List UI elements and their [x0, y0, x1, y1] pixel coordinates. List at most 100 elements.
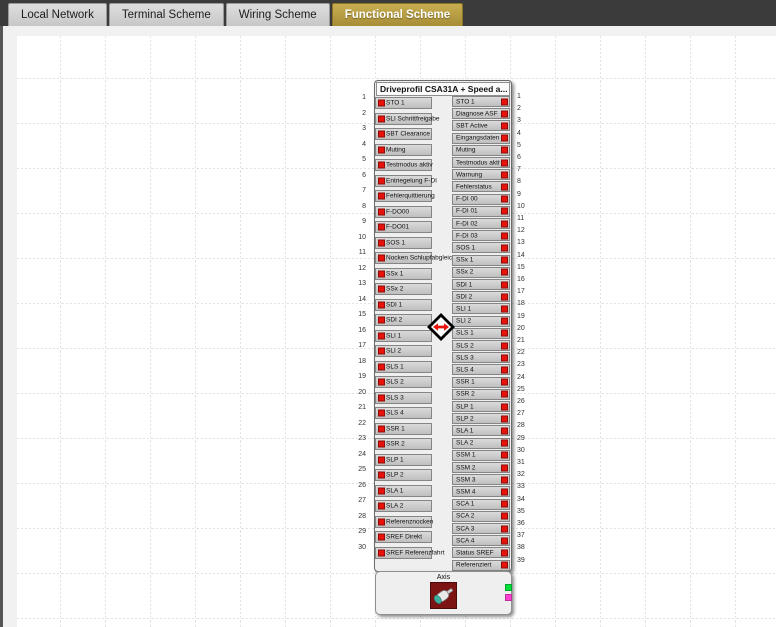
pin-number: 8: [517, 177, 535, 187]
pin-box[interactable]: F-DO01: [375, 221, 432, 233]
pin-box[interactable]: F-DI 03: [452, 230, 510, 241]
pin-box[interactable]: SLA 1: [452, 425, 510, 436]
pin-number: 18: [517, 299, 535, 309]
pin-label: SREF Referenzfahrt: [386, 549, 445, 556]
pin-box[interactable]: F-DI 02: [452, 218, 510, 229]
pin-box[interactable]: SCA 4: [452, 535, 510, 546]
pin-marker: [378, 348, 385, 355]
pin-box[interactable]: Warnung: [452, 169, 510, 180]
pin-box[interactable]: Testmodus aktiv: [452, 157, 510, 168]
pin-box[interactable]: SREF Referenzfahrt: [375, 547, 432, 559]
axis-port-green[interactable]: [505, 584, 512, 591]
pin-box[interactable]: SLA 2: [452, 438, 510, 449]
pin-box[interactable]: SSR 1: [375, 423, 432, 435]
pin-box[interactable]: SDI 1: [452, 279, 510, 290]
pin-box[interactable]: SLS 1: [375, 361, 432, 373]
pin-box[interactable]: SSR 1: [452, 377, 510, 388]
pin-box[interactable]: SLS 3: [375, 392, 432, 404]
pin-label: F-DI 02: [456, 220, 500, 227]
pin-box[interactable]: SSx 2: [452, 267, 510, 278]
pin-box[interactable]: Testmodus aktiv: [375, 159, 432, 171]
pin-box[interactable]: SLI 2: [375, 345, 432, 357]
pin-box[interactable]: SDI 2: [452, 291, 510, 302]
pin-box[interactable]: Fehlerquittierung: [375, 190, 432, 202]
pin-box[interactable]: SSx 2: [375, 283, 432, 295]
pin-box[interactable]: SSx 1: [375, 268, 432, 280]
pin-box[interactable]: SCA 2: [452, 511, 510, 522]
pin-box[interactable]: SDI 2: [375, 314, 432, 326]
pin-box[interactable]: Referenznocken: [375, 516, 432, 528]
pin-box[interactable]: SLI Schrittfreigabe: [375, 113, 432, 125]
pin-box[interactable]: SLP 2: [375, 469, 432, 481]
pin-number: 32: [517, 470, 535, 480]
pin-box[interactable]: SOS 1: [452, 242, 510, 253]
pin-label: Referenziert: [456, 562, 500, 569]
pin-number: 27: [348, 496, 366, 506]
pin-number: 26: [517, 397, 535, 407]
pin-box[interactable]: STO 1: [375, 97, 432, 109]
pin-box[interactable]: SSM 4: [452, 486, 510, 497]
pin-box[interactable]: SLI 1: [452, 303, 510, 314]
pin-box[interactable]: SSM 3: [452, 474, 510, 485]
pin-box[interactable]: Diagnose ASF: [452, 108, 510, 119]
pin-marker: [378, 162, 385, 169]
pin-box[interactable]: SSR 2: [375, 438, 432, 450]
pin-marker: [501, 293, 508, 300]
pin-box[interactable]: SSR 2: [452, 389, 510, 400]
pin-number: 13: [517, 238, 535, 248]
pin-box[interactable]: Fehlerstatus: [452, 181, 510, 192]
functional-scheme-window: Local NetworkTerminal SchemeWiring Schem…: [0, 0, 776, 627]
axis-port-magenta[interactable]: [505, 594, 512, 601]
pin-box[interactable]: STO 1: [452, 96, 510, 107]
pin-box[interactable]: SLS 4: [375, 407, 432, 419]
pin-number: 22: [348, 419, 366, 429]
pin-box[interactable]: SSx 1: [452, 255, 510, 266]
pin-box[interactable]: SLS 4: [452, 364, 510, 375]
pin-box[interactable]: SLI 2: [452, 316, 510, 327]
pin-label: Testmodus aktiv: [386, 162, 433, 169]
pin-box[interactable]: SLP 1: [452, 401, 510, 412]
tab-local-network[interactable]: Local Network: [8, 3, 107, 26]
pin-box[interactable]: SLI 1: [375, 330, 432, 342]
pin-marker: [501, 391, 508, 398]
pin-box[interactable]: SBT Clearance: [375, 128, 432, 140]
motor-icon[interactable]: [430, 582, 457, 609]
pin-box[interactable]: SLA 2: [375, 500, 432, 512]
move-horizontal-icon[interactable]: [427, 313, 455, 341]
pin-box[interactable]: SDI 1: [375, 299, 432, 311]
pin-marker: [501, 379, 508, 386]
pin-box[interactable]: SLP 1: [375, 454, 432, 466]
pin-marker: [501, 305, 508, 312]
tab-wiring-scheme[interactable]: Wiring Scheme: [226, 3, 330, 26]
pin-box[interactable]: Muting: [452, 145, 510, 156]
pin-box[interactable]: F-DI 00: [452, 194, 510, 205]
pin-box[interactable]: F-DO00: [375, 206, 432, 218]
pin-box[interactable]: SBT Active: [452, 120, 510, 131]
pin-box[interactable]: SLP 2: [452, 413, 510, 424]
pin-box[interactable]: F-DI 01: [452, 206, 510, 217]
pin-box[interactable]: Muting: [375, 144, 432, 156]
pin-box[interactable]: SSM 2: [452, 462, 510, 473]
pin-box[interactable]: Entriegelung F-DI: [375, 175, 432, 187]
pin-number: 11: [517, 214, 535, 224]
pin-box[interactable]: Referenziert: [452, 560, 510, 571]
pin-box[interactable]: SSM 1: [452, 450, 510, 461]
pin-box[interactable]: Nocken Schlupfabgleich: [375, 252, 432, 264]
function-block-title[interactable]: Driveprofil CSA31A + Speed a...: [376, 82, 510, 96]
pin-box[interactable]: SLS 1: [452, 328, 510, 339]
pin-box[interactable]: SLS 2: [452, 340, 510, 351]
pin-box[interactable]: SLA 1: [375, 485, 432, 497]
pin-number: 4: [517, 129, 535, 139]
pin-box[interactable]: SREF Direkt: [375, 531, 432, 543]
pin-box[interactable]: Eingangsdaten gü: [452, 133, 510, 144]
tab-functional-scheme[interactable]: Functional Scheme: [332, 3, 463, 26]
pin-box[interactable]: SLS 2: [375, 376, 432, 388]
pin-box[interactable]: SOS 1: [375, 237, 432, 249]
pin-marker: [378, 208, 385, 215]
pin-box[interactable]: SLS 3: [452, 352, 510, 363]
pin-box[interactable]: SCA 1: [452, 499, 510, 510]
pin-box[interactable]: Status SREF: [452, 547, 510, 558]
tab-terminal-scheme[interactable]: Terminal Scheme: [109, 3, 224, 26]
pin-number: 30: [348, 543, 366, 553]
pin-box[interactable]: SCA 3: [452, 523, 510, 534]
